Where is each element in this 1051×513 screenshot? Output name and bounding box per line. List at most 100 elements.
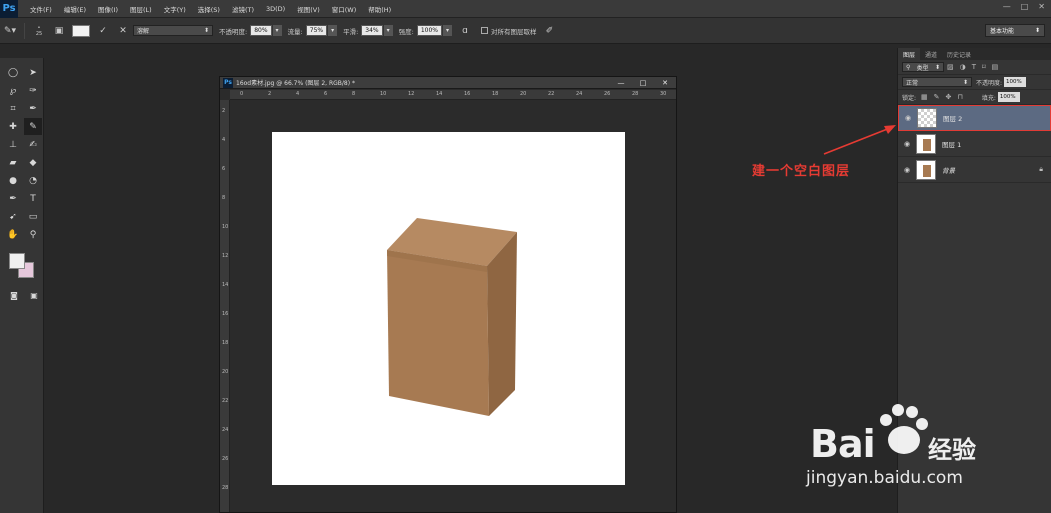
watermark-url: jingyan.baidu.com xyxy=(806,468,963,488)
brush-tool-preset-icon[interactable]: ✎▾ xyxy=(3,24,17,38)
vertical-ruler[interactable]: 2 4 6 8 10 12 14 16 18 20 22 24 26 28 xyxy=(220,100,230,512)
menu-image[interactable]: 图像(I) xyxy=(92,4,124,14)
brush-panel-toggle-icon[interactable]: ▣ xyxy=(52,24,66,38)
menu-filter[interactable]: 滤镜(T) xyxy=(226,4,260,14)
menu-file[interactable]: 文件(F) xyxy=(24,4,58,14)
clone-stamp-tool-icon[interactable]: ⊥ xyxy=(4,136,22,153)
smooth-field[interactable]: 34% xyxy=(361,25,383,36)
lock-all-icon[interactable]: ⊓ xyxy=(957,93,962,101)
opacity-dropdown-arrow[interactable]: ▾ xyxy=(272,25,282,36)
eye-icon[interactable]: ◉ xyxy=(898,140,916,148)
pen-tool-icon[interactable]: ✒ xyxy=(4,190,22,207)
menu-help[interactable]: 帮助(H) xyxy=(362,4,397,14)
lasso-tool-icon[interactable]: ℘ xyxy=(4,82,22,99)
lock-position-icon[interactable]: ✥ xyxy=(946,93,952,101)
blend-row: 正常 ⬍ 不透明度: 100% xyxy=(898,75,1051,90)
healing-tool-icon[interactable]: ✚ xyxy=(4,118,22,135)
smooth-dropdown-arrow[interactable]: ▾ xyxy=(383,25,393,36)
tab-channels[interactable]: 通道 xyxy=(920,48,942,60)
filter-pixel-icon[interactable]: ▨ xyxy=(947,63,954,71)
airbrush-icon[interactable]: ɑ xyxy=(458,24,472,38)
rectangle-tool-icon[interactable]: ▭ xyxy=(24,208,42,225)
tab-history[interactable]: 历史记录 xyxy=(942,48,976,60)
ruler-tick-label: 6 xyxy=(324,91,328,97)
minimize-button[interactable]: — xyxy=(1003,2,1011,11)
foreground-color-swatch[interactable] xyxy=(9,253,25,269)
layer-row-layer-2[interactable]: ◉ 图层 2 xyxy=(898,105,1051,131)
document-ps-icon: Ps xyxy=(223,77,233,88)
path-select-tool-icon[interactable]: ➹ xyxy=(4,208,22,225)
menu-type[interactable]: 文字(Y) xyxy=(158,4,192,14)
screen-mode-icon[interactable]: ▣ xyxy=(28,289,40,301)
photoshop-logo-icon: Ps xyxy=(0,0,18,18)
sample-all-layers-checkbox[interactable] xyxy=(481,27,488,34)
tool-color-swatch[interactable] xyxy=(72,24,90,37)
layer-opacity-field[interactable]: 100% xyxy=(1004,77,1027,87)
ruler-tick-label: 24 xyxy=(576,91,583,97)
menu-view[interactable]: 视图(V) xyxy=(291,4,326,14)
zoom-tool-icon[interactable]: ⚲ xyxy=(24,226,42,243)
marquee-tool-icon[interactable]: ◯ xyxy=(4,64,22,81)
document-titlebar[interactable]: Ps 16od素材.jpg @ 66.7% (图层 2, RGB/8) * — … xyxy=(220,77,676,89)
workspace-dropdown[interactable]: 基本功能 ⬍ xyxy=(985,24,1045,37)
opacity-field[interactable]: 80% xyxy=(250,25,272,36)
eye-icon[interactable]: ◉ xyxy=(899,114,917,122)
crop-tool-icon[interactable]: ⌗ xyxy=(4,100,22,117)
flow-dropdown-arrow[interactable]: ▾ xyxy=(328,25,338,36)
doc-maximize-button[interactable]: □ xyxy=(632,77,654,89)
menu-edit[interactable]: 编辑(E) xyxy=(58,4,92,14)
layer-thumbnail xyxy=(917,108,937,128)
menu-window[interactable]: 窗口(W) xyxy=(326,4,363,14)
brush-preset-picker[interactable]: • 25 xyxy=(32,24,46,38)
lock-transparent-icon[interactable]: ▦ xyxy=(921,93,928,101)
menu-layer[interactable]: 图层(L) xyxy=(124,4,158,14)
quick-mask-icon[interactable]: ◙ xyxy=(8,289,20,301)
eraser-tool-icon[interactable]: ▰ xyxy=(4,154,22,171)
fill-field[interactable]: 100% xyxy=(997,92,1020,102)
doc-minimize-button[interactable]: — xyxy=(610,77,632,89)
quick-select-tool-icon[interactable]: ✑ xyxy=(24,82,42,99)
sample-all-layers-label: 对所有图层取样 xyxy=(491,27,537,36)
ruler-tick-label: 26 xyxy=(222,456,229,462)
filter-adjust-icon[interactable]: ◑ xyxy=(960,63,966,71)
menu-3d[interactable]: 3D(D) xyxy=(260,5,291,13)
annotation-arrow xyxy=(823,125,896,155)
layer-row-background[interactable]: ◉ 背景 🔒︎ xyxy=(898,157,1051,183)
move-tool-icon[interactable]: ➤ xyxy=(24,64,42,81)
paint-bucket-tool-icon[interactable]: ◆ xyxy=(24,154,42,171)
tab-layers[interactable]: 图层 xyxy=(898,48,921,60)
strength-dropdown-arrow[interactable]: ▾ xyxy=(443,25,452,36)
strength-field[interactable]: 100% xyxy=(416,25,442,36)
doc-close-button[interactable]: ✕ xyxy=(654,77,676,89)
filter-smart-icon[interactable]: ▤ xyxy=(992,63,999,71)
filter-type-icon[interactable]: T xyxy=(972,63,976,71)
ruler-tick-label: 20 xyxy=(520,91,527,97)
lock-pixels-icon[interactable]: ✎ xyxy=(934,93,940,101)
dodge-tool-icon[interactable]: ◔ xyxy=(24,172,42,189)
filter-type-dropdown[interactable]: ⚲ 类型 ⬍ xyxy=(902,62,944,72)
flow-field[interactable]: 75% xyxy=(305,25,328,36)
eye-icon[interactable]: ◉ xyxy=(898,166,916,174)
history-brush-tool-icon[interactable]: ✍ xyxy=(24,136,42,153)
canvas[interactable] xyxy=(272,132,625,485)
ruler-tick-label: 12 xyxy=(408,91,415,97)
horizontal-ruler[interactable]: 0 2 4 6 8 10 12 14 16 18 20 22 24 26 28 30 xyxy=(230,90,676,100)
menu-select[interactable]: 选择(S) xyxy=(192,4,226,14)
eyedropper-tool-icon[interactable]: ✒ xyxy=(24,100,42,117)
layer-row-layer-1[interactable]: ◉ 图层 1 xyxy=(898,131,1051,157)
maximize-button[interactable]: □ xyxy=(1021,2,1029,11)
type-tool-icon[interactable]: T xyxy=(24,190,42,207)
blur-tool-icon[interactable]: ● xyxy=(4,172,22,189)
brush-tool-icon[interactable]: ✎ xyxy=(24,118,42,135)
pressure-icon[interactable]: ✐ xyxy=(543,24,557,38)
checkmark-icon[interactable]: ✓ xyxy=(96,24,110,38)
ruler-tick-label: 2 xyxy=(222,108,226,114)
filter-shape-icon[interactable]: ⌑ xyxy=(982,63,986,71)
layer-name: 背景 xyxy=(942,166,955,175)
cross-icon[interactable]: ✕ xyxy=(116,24,130,38)
close-button[interactable]: ✕ xyxy=(1038,2,1045,11)
mode-dropdown[interactable]: 溶解 ⬍ xyxy=(133,25,213,36)
chevron-down-icon: ⬍ xyxy=(1034,27,1040,34)
hand-tool-icon[interactable]: ✋ xyxy=(4,226,22,243)
blend-mode-dropdown[interactable]: 正常 ⬍ xyxy=(902,77,972,87)
